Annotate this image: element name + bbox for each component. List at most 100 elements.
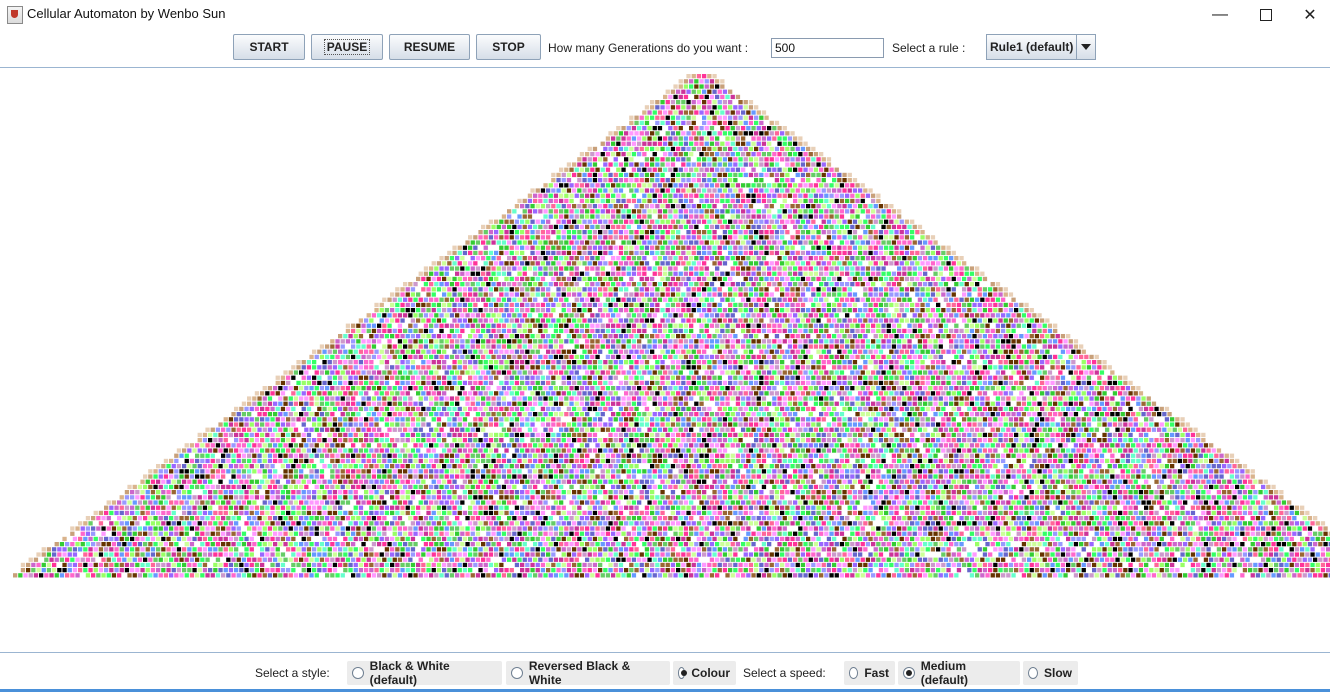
automaton-cell <box>642 354 647 360</box>
automaton-cell <box>694 110 699 115</box>
automaton-cell <box>603 334 608 339</box>
automaton-cell <box>756 354 761 360</box>
automaton-cell <box>652 328 657 334</box>
automaton-cell <box>808 282 813 287</box>
automaton-cell <box>730 266 735 271</box>
minimize-button[interactable]: — <box>1197 0 1243 30</box>
automaton-cell <box>772 339 777 344</box>
automaton-cell <box>387 328 392 334</box>
automaton-cell <box>871 282 876 287</box>
automaton-cell <box>343 360 348 365</box>
rule-select[interactable]: Rule1 (default) <box>986 34 1096 60</box>
automaton-cell <box>319 386 325 391</box>
automaton-cell <box>1042 354 1047 360</box>
automaton-cell <box>421 375 426 380</box>
automaton-cell <box>871 344 876 349</box>
automaton-cell <box>1037 339 1042 344</box>
automaton-cell <box>769 292 774 297</box>
automaton-cell <box>943 297 949 302</box>
automaton-cell <box>891 328 897 334</box>
automaton-cell <box>644 380 650 386</box>
automaton-cell <box>941 245 946 250</box>
generations-input[interactable]: 500 <box>771 38 884 58</box>
automaton-cell <box>938 313 943 318</box>
automaton-cell <box>993 302 998 308</box>
automaton-cell <box>603 360 608 365</box>
automaton-cell <box>951 360 956 365</box>
automaton-cell <box>699 323 704 328</box>
automaton-cell <box>767 344 772 349</box>
automaton-cell <box>774 235 780 240</box>
automaton-cell <box>803 224 808 230</box>
automaton-cell <box>499 365 504 370</box>
automaton-cell <box>730 198 735 204</box>
automaton-cell <box>577 245 582 250</box>
automaton-cell <box>733 318 738 323</box>
automaton-cell <box>665 204 670 209</box>
automaton-cell <box>527 282 533 287</box>
automaton-cell <box>751 141 756 146</box>
automaton-cell <box>910 245 915 250</box>
automaton-cell <box>494 349 499 354</box>
automaton-cell <box>886 271 891 276</box>
pause-button[interactable]: PAUSE <box>311 34 383 60</box>
automaton-cell <box>717 146 722 152</box>
automaton-cell <box>676 250 681 256</box>
automaton-cell <box>910 219 915 224</box>
automaton-cell <box>681 302 686 308</box>
automaton-cell <box>603 380 608 386</box>
start-button[interactable]: START <box>233 34 305 60</box>
automaton-cell <box>808 214 813 219</box>
automaton-cell <box>761 136 767 141</box>
automaton-cell <box>551 365 556 370</box>
automaton-cell <box>486 339 491 344</box>
automaton-cell <box>621 167 626 172</box>
automaton-cell <box>358 349 364 354</box>
chevron-down-icon[interactable] <box>1076 35 1095 59</box>
automaton-cell <box>676 365 681 370</box>
automaton-cell <box>590 370 595 375</box>
close-button[interactable]: ✕ <box>1287 0 1330 30</box>
automaton-cell <box>483 245 488 250</box>
automaton-cell <box>995 328 1001 334</box>
automaton-cell <box>587 162 592 167</box>
automaton-cell <box>728 334 733 339</box>
automaton-cell <box>730 328 735 334</box>
automaton-cell <box>863 380 868 386</box>
automaton-cell <box>676 230 681 235</box>
maximize-button[interactable] <box>1243 0 1289 30</box>
automaton-cell <box>1047 323 1053 328</box>
automaton-cell <box>598 245 603 250</box>
automaton-cell <box>772 167 777 172</box>
automaton-cell <box>668 167 673 172</box>
automaton-cell <box>434 354 439 360</box>
automaton-cell <box>462 360 468 365</box>
automaton-cell <box>699 271 704 276</box>
automaton-cell <box>780 219 785 224</box>
automaton-cell <box>995 323 1001 328</box>
automaton-cell <box>374 349 379 354</box>
automaton-cell <box>296 365 301 370</box>
automaton-cell <box>423 386 429 391</box>
automaton-cell <box>611 313 616 318</box>
automaton-cell <box>751 214 756 219</box>
automaton-cell <box>821 302 826 308</box>
automaton-cell <box>465 313 470 318</box>
automaton-cell <box>982 308 988 313</box>
automaton-cell <box>665 318 670 323</box>
automaton-cell <box>920 365 925 370</box>
automaton-cell <box>535 250 540 256</box>
automaton-cell <box>912 271 917 276</box>
stop-button[interactable]: STOP <box>476 34 541 60</box>
automaton-cell <box>494 365 499 370</box>
automaton-cell <box>538 282 543 287</box>
resume-button[interactable]: RESUME <box>389 34 470 60</box>
automaton-cell <box>447 375 452 380</box>
automaton-cell <box>878 204 884 209</box>
automaton-cell <box>590 224 595 230</box>
automaton-cell <box>546 219 551 224</box>
automaton-cell <box>655 219 660 224</box>
automaton-cell <box>525 219 530 224</box>
automaton-cell <box>855 344 860 349</box>
automaton-cell <box>845 209 850 214</box>
